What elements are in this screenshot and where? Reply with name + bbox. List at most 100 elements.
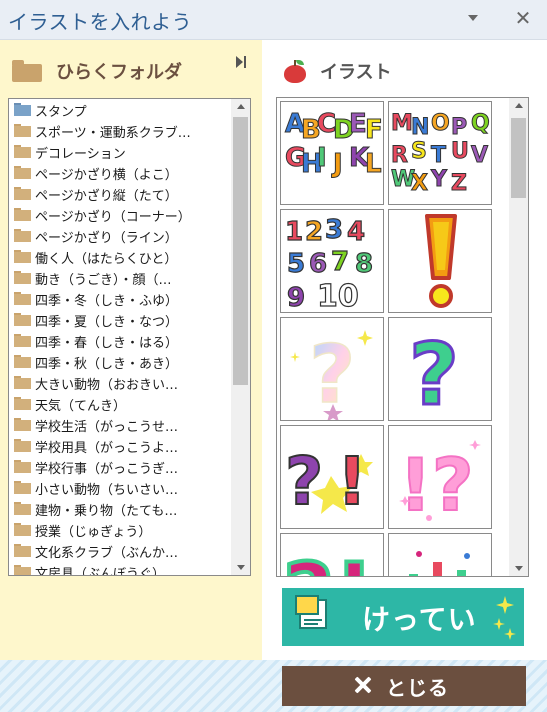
folder-icon [14, 439, 31, 452]
illustration-tile[interactable] [388, 209, 492, 313]
svg-text:5: 5 [287, 249, 305, 279]
scrollbar-thumb[interactable] [233, 117, 248, 385]
folder-item-label: ページかざり横（よこ） [35, 168, 178, 183]
folder-item-label: 授業（じゅぎょう） [35, 525, 152, 540]
folder-item[interactable]: 働く人（はたらくひと） [9, 246, 231, 267]
folder-item[interactable]: 小さい動物（ちいさい… [9, 477, 231, 498]
illustration-grid[interactable]: A B C D E F G H I J K L M N O P Q R S T U V W X Y Z 1 2 3 4 5 6 7 8 9 10???… [276, 97, 529, 577]
folder-item[interactable]: 天気（てんき） [9, 393, 231, 414]
folder-item[interactable]: ページかざり横（よこ） [9, 162, 231, 183]
illust-panel-title: イラスト [320, 62, 392, 83]
svg-text:2: 2 [305, 217, 323, 247]
folder-list: スタンプ スポーツ・運動系クラブ… デコレーション ページかざり横（よこ） ページかざり… [9, 99, 231, 575]
folder-item[interactable]: 動き（うごき）・顔（… [9, 267, 231, 288]
folder-icon [14, 397, 31, 410]
dropdown-arrow-icon[interactable] [463, 10, 483, 28]
collapse-panel-icon[interactable] [234, 54, 250, 70]
svg-text:S: S [411, 139, 427, 164]
folder-item[interactable]: 四季・春（しき・はる） [9, 330, 231, 351]
folder-item[interactable]: 学校用具（がっこうよ… [9, 435, 231, 456]
folder-item[interactable]: スタンプ [9, 99, 231, 120]
question-exclamation-illustration: ?! [281, 426, 383, 528]
folder-item-label: 四季・秋（しき・あき） [35, 357, 179, 372]
green-question-exclamation-partial-illustration: ?! [281, 534, 383, 576]
illustration-tile[interactable]: ?! [280, 533, 384, 576]
folder-item[interactable]: 四季・秋（しき・あき） [9, 351, 231, 372]
green-question-mark-illustration: ? [389, 318, 491, 421]
svg-text:M: M [391, 111, 413, 136]
svg-text:9: 9 [287, 283, 305, 313]
folder-tree-scrollbar[interactable] [231, 99, 250, 575]
folder-item[interactable]: 四季・冬（しき・ふゆ） [9, 288, 231, 309]
folder-item[interactable]: 学校生活（がっこうせ… [9, 414, 231, 435]
scroll-down-arrow-icon[interactable] [231, 559, 250, 575]
folder-icon [12, 60, 42, 82]
folder-item-label: スタンプ [35, 105, 87, 120]
folder-icon [14, 166, 31, 179]
folder-icon [14, 334, 31, 347]
confirm-button[interactable]: けってい [282, 588, 524, 646]
folder-item[interactable]: ページかざり縦（たて） [9, 183, 231, 204]
numbers-1-to-10-illustration: 1 2 3 4 5 6 7 8 9 10 [281, 210, 383, 313]
folder-icon [14, 313, 31, 326]
pastel-question-mark-illustration: ? [281, 318, 383, 420]
folder-item-label: 働く人（はたらくひと） [35, 252, 178, 267]
folder-item[interactable]: 文化系クラブ（ぶんか… [9, 540, 231, 561]
folder-item[interactable]: 授業（じゅぎょう） [9, 519, 231, 540]
illustration-tile[interactable]: !? [388, 425, 492, 529]
folder-item-label: ページかざり（ライン） [35, 231, 178, 246]
alphabet-a-to-l-illustration: ABCDEFGHIJKL [281, 102, 384, 204]
folder-item-label: 大きい動物（おおきい… [35, 378, 179, 393]
folder-panel: ひらくフォルダ スタンプ スポーツ・運動系クラブ… デコレーション ページかざり横（よ… [0, 40, 262, 660]
folder-icon [14, 418, 31, 431]
illustration-tile[interactable]: ?! [280, 425, 384, 529]
scroll-down-arrow-icon[interactable] [509, 560, 528, 576]
folder-item-label: 学校用具（がっこうよ… [35, 441, 179, 456]
folder-item-label: 四季・夏（しき・なつ） [35, 315, 179, 330]
scroll-up-arrow-icon[interactable] [231, 99, 250, 115]
folder-icon [14, 355, 31, 368]
folder-item[interactable]: ページかざり（ライン） [9, 225, 231, 246]
folder-item[interactable]: 建物・乗り物（たても… [9, 498, 231, 519]
illustration-tile[interactable]: ABCDEFGHIJKL [280, 101, 384, 205]
folder-item[interactable]: スポーツ・運動系クラブ… [9, 120, 231, 141]
close-x-icon [352, 674, 374, 696]
illustration-tile[interactable]: ? [388, 317, 492, 421]
folder-item[interactable]: ページかざり（コーナー） [9, 204, 231, 225]
svg-text:Q: Q [471, 111, 490, 136]
svg-text:1: 1 [285, 217, 303, 247]
svg-text:P: P [451, 115, 467, 140]
scrollbar-thumb[interactable] [511, 118, 526, 198]
svg-text:X: X [411, 171, 428, 196]
svg-text:7: 7 [331, 247, 349, 277]
folder-item[interactable]: 四季・夏（しき・なつ） [9, 309, 231, 330]
close-icon[interactable]: ✕ [511, 6, 535, 30]
folder-item[interactable]: 大きい動物（おおきい… [9, 372, 231, 393]
scroll-up-arrow-icon[interactable] [509, 98, 528, 114]
svg-text:Z: Z [451, 171, 467, 196]
folder-item-label: ページかざり（コーナー） [35, 210, 191, 225]
svg-text:3: 3 [325, 215, 343, 245]
folder-item-label: 四季・冬（しき・ふゆ） [35, 294, 179, 309]
illustration-tile[interactable]: MNOPQRSTUVWXYZ [388, 101, 492, 205]
folder-tree[interactable]: スタンプ スポーツ・運動系クラブ… デコレーション ページかざり横（よこ） ページかざり… [8, 98, 251, 576]
illustration-tile[interactable]: 1 2 3 4 5 6 7 8 9 10 [280, 209, 384, 313]
svg-text:?: ? [285, 443, 323, 520]
folder-item[interactable]: デコレーション [9, 141, 231, 162]
close-button[interactable]: とじる [282, 666, 526, 706]
pink-exclamation-question-illustration: !? [389, 426, 491, 528]
folder-icon [14, 187, 31, 200]
illustration-tile[interactable]: ? [280, 317, 384, 421]
svg-text:U: U [451, 139, 469, 164]
folder-item[interactable]: 学校行事（がっこうぎ… [9, 456, 231, 477]
svg-text:R: R [391, 143, 408, 168]
folder-icon [14, 103, 31, 116]
svg-text:F: F [365, 115, 383, 145]
illustration-tile[interactable] [388, 533, 492, 576]
folder-icon [14, 145, 31, 158]
sparkle-icon [493, 596, 516, 640]
folder-item[interactable]: 文房具（ぶんぼうぐ） [9, 561, 231, 575]
illust-grid-scrollbar[interactable] [509, 98, 528, 576]
svg-text:!?: !? [399, 443, 474, 527]
folder-icon [14, 208, 31, 221]
